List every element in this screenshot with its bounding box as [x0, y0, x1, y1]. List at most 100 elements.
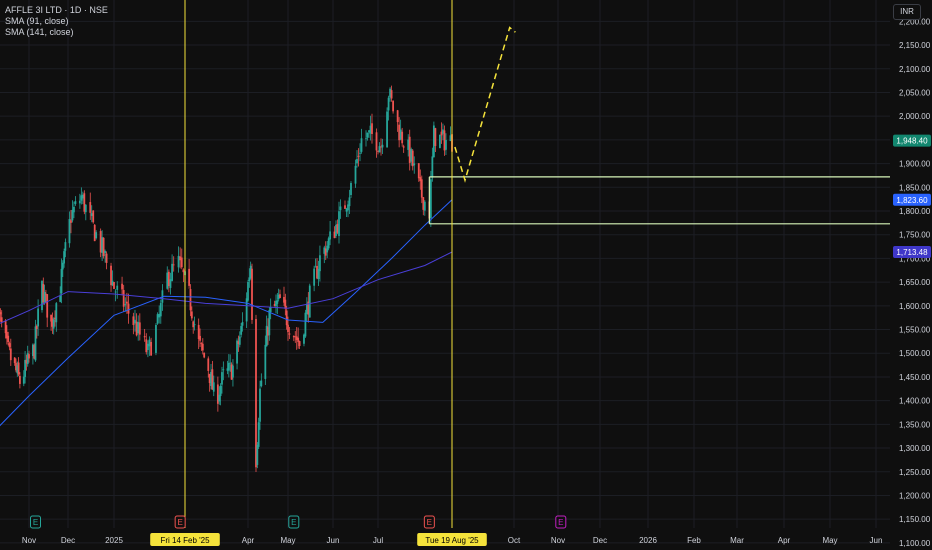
candle-body: [138, 322, 141, 335]
y-tick-label: 1,450.00: [899, 373, 931, 382]
x-tick-label: Dec: [61, 536, 75, 545]
candle-body: [9, 348, 12, 361]
earnings-marker-letter: E: [291, 518, 296, 527]
candle-body: [304, 312, 307, 337]
y-tick-label: 1,100.00: [899, 539, 931, 548]
currency-button[interactable]: INR: [893, 4, 921, 20]
candle-body: [180, 257, 183, 268]
sma141-price-tag: 1,713.48: [896, 248, 928, 257]
candle-body: [132, 316, 135, 325]
candle-body: [431, 156, 434, 178]
candle-body: [386, 111, 388, 148]
candle-body: [61, 262, 64, 270]
x-tick-label-highlight: Tue 19 Aug '25: [425, 536, 479, 545]
candle-body: [13, 357, 16, 363]
candle-body: [354, 165, 357, 184]
y-tick-label: 1,900.00: [899, 160, 931, 169]
candle-body: [276, 300, 279, 304]
candle-body: [179, 256, 182, 261]
earnings-marker-letter: E: [558, 518, 563, 527]
candle-body: [166, 272, 169, 289]
sma141-legend[interactable]: SMA (141, close): [5, 27, 108, 38]
x-tick-label: Feb: [687, 536, 701, 545]
candle-body: [338, 211, 340, 236]
candle-body: [360, 138, 363, 152]
sma91-price-tag: 1,823.60: [896, 196, 928, 205]
price-axis[interactable]: 1,100.00 1,150.00 1,200.00 1,250.00 1,300.00…: [893, 17, 931, 548]
candle-body: [73, 206, 75, 213]
candle-body: [229, 362, 232, 364]
candle-body: [121, 283, 123, 290]
x-tick-label: May: [822, 536, 837, 545]
y-tick-label: 1,350.00: [899, 420, 931, 429]
candle-body: [122, 290, 125, 307]
candle-body: [114, 291, 117, 293]
candle-body: [285, 310, 288, 326]
candle-body: [423, 201, 426, 211]
candle-body: [74, 201, 77, 204]
last-price-tag: 1,948.40: [896, 137, 928, 146]
candle-body: [339, 206, 342, 211]
chart-background: [0, 0, 932, 550]
earnings-marker-letter: E: [177, 518, 182, 527]
candle-body: [59, 295, 62, 302]
candle-body: [375, 132, 378, 151]
candle-body: [365, 138, 367, 140]
symbol-title[interactable]: AFFLE 3I LTD · 1D · NSE: [5, 5, 108, 16]
candle-body: [171, 263, 173, 281]
candle-body: [221, 372, 223, 385]
x-tick-label: Apr: [242, 536, 255, 545]
candle-body: [78, 200, 81, 204]
candle-body: [177, 255, 180, 268]
candle-body: [288, 333, 291, 335]
candle-body: [17, 362, 20, 375]
x-tick-label: 2026: [639, 536, 657, 545]
candle-body: [350, 182, 352, 195]
candle-body: [188, 268, 191, 286]
y-tick-label: 2,150.00: [899, 41, 931, 50]
x-tick-label: Apr: [778, 536, 791, 545]
candle-body: [189, 289, 192, 311]
candle-body: [134, 319, 136, 324]
candle-body: [319, 255, 321, 272]
y-tick-label: 1,650.00: [899, 278, 931, 287]
candle-body: [22, 376, 25, 384]
candle-body: [327, 238, 330, 249]
candle-body: [158, 313, 161, 318]
candle-body: [402, 146, 405, 148]
y-tick-label: 2,050.00: [899, 88, 931, 97]
candle-body: [34, 326, 37, 361]
candle-body: [0, 312, 2, 315]
candle-body: [172, 264, 175, 266]
y-tick-label: 1,800.00: [899, 207, 931, 216]
candle-body: [143, 336, 146, 338]
candle-body: [63, 251, 65, 264]
candle-body: [420, 179, 423, 198]
candle-body: [0, 317, 3, 323]
candle-body: [92, 210, 95, 223]
candle-body: [268, 310, 271, 336]
candle-body: [200, 342, 203, 344]
y-tick-label: 1,550.00: [899, 326, 931, 335]
y-tick-label: 2,100.00: [899, 65, 931, 74]
y-tick-label: 2,000.00: [899, 112, 931, 121]
candle-body: [348, 197, 351, 207]
candle-body: [146, 343, 149, 351]
candle-body: [89, 202, 92, 213]
x-tick-label: Jul: [373, 536, 383, 545]
candle-body: [137, 322, 140, 334]
earnings-marker-letter: E: [33, 518, 38, 527]
candle-body: [445, 139, 447, 150]
candle-body: [284, 299, 287, 309]
y-tick-label: 1,250.00: [899, 468, 931, 477]
y-tick-label: 1,850.00: [899, 183, 931, 192]
candle-body: [257, 422, 260, 447]
candle-body: [7, 335, 10, 343]
candle-body: [199, 335, 201, 341]
y-tick-label: 1,300.00: [899, 444, 931, 453]
y-tick-label: 1,600.00: [899, 302, 931, 311]
candle-body: [207, 358, 210, 371]
candle-body: [264, 344, 267, 379]
price-chart[interactable]: 1,100.00 1,150.00 1,200.00 1,250.00 1,300.00…: [0, 0, 932, 550]
sma91-legend[interactable]: SMA (91, close): [5, 16, 108, 27]
